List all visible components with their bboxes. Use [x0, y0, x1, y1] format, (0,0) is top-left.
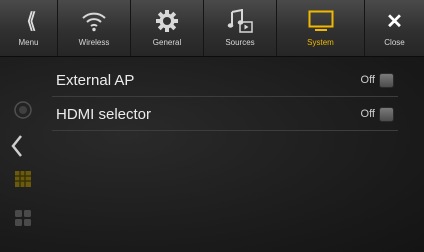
setting-value: Off [360, 108, 375, 120]
setting-row-external-ap[interactable]: External AP Off [52, 64, 398, 97]
setting-value: Off [360, 74, 375, 86]
tab-wireless[interactable]: Wireless [58, 0, 131, 56]
tab-sources[interactable]: Sources [204, 0, 277, 56]
tab-general-label: General [152, 38, 182, 47]
close-button[interactable]: ✕ Close [365, 0, 424, 56]
camera-shortcut-icon[interactable] [12, 99, 34, 121]
tab-general[interactable]: General [131, 0, 204, 56]
apps-shortcut-icon[interactable] [12, 207, 34, 229]
monitor-icon [308, 6, 334, 36]
setting-title: HDMI selector [56, 105, 152, 123]
close-icon: ✕ [386, 10, 403, 33]
toggle-switch[interactable] [379, 106, 394, 122]
side-shortcut-column [0, 57, 44, 252]
grid-shortcut-icon[interactable] [12, 168, 34, 190]
close-label: Close [384, 38, 405, 47]
tab-system[interactable]: System [277, 0, 365, 56]
top-navigation-bar: ⟨⟨ Menu Wireless General Sources System … [0, 0, 424, 57]
double-chevron-left-icon: ⟨⟨ [25, 8, 37, 33]
music-note-icon [227, 6, 253, 36]
tab-system-label: System [307, 38, 334, 47]
gear-icon [155, 6, 179, 36]
tab-wireless-label: Wireless [78, 38, 110, 47]
menu-button[interactable]: ⟨⟨ Menu [0, 0, 58, 56]
setting-title: External AP [56, 71, 135, 89]
chevron-left-icon[interactable] [6, 135, 28, 157]
setting-row-hdmi-selector[interactable]: HDMI selector Off [52, 98, 398, 131]
tab-sources-label: Sources [225, 38, 255, 47]
toggle-switch[interactable] [379, 72, 394, 88]
wifi-icon [81, 6, 107, 36]
menu-label: Menu [18, 38, 39, 47]
